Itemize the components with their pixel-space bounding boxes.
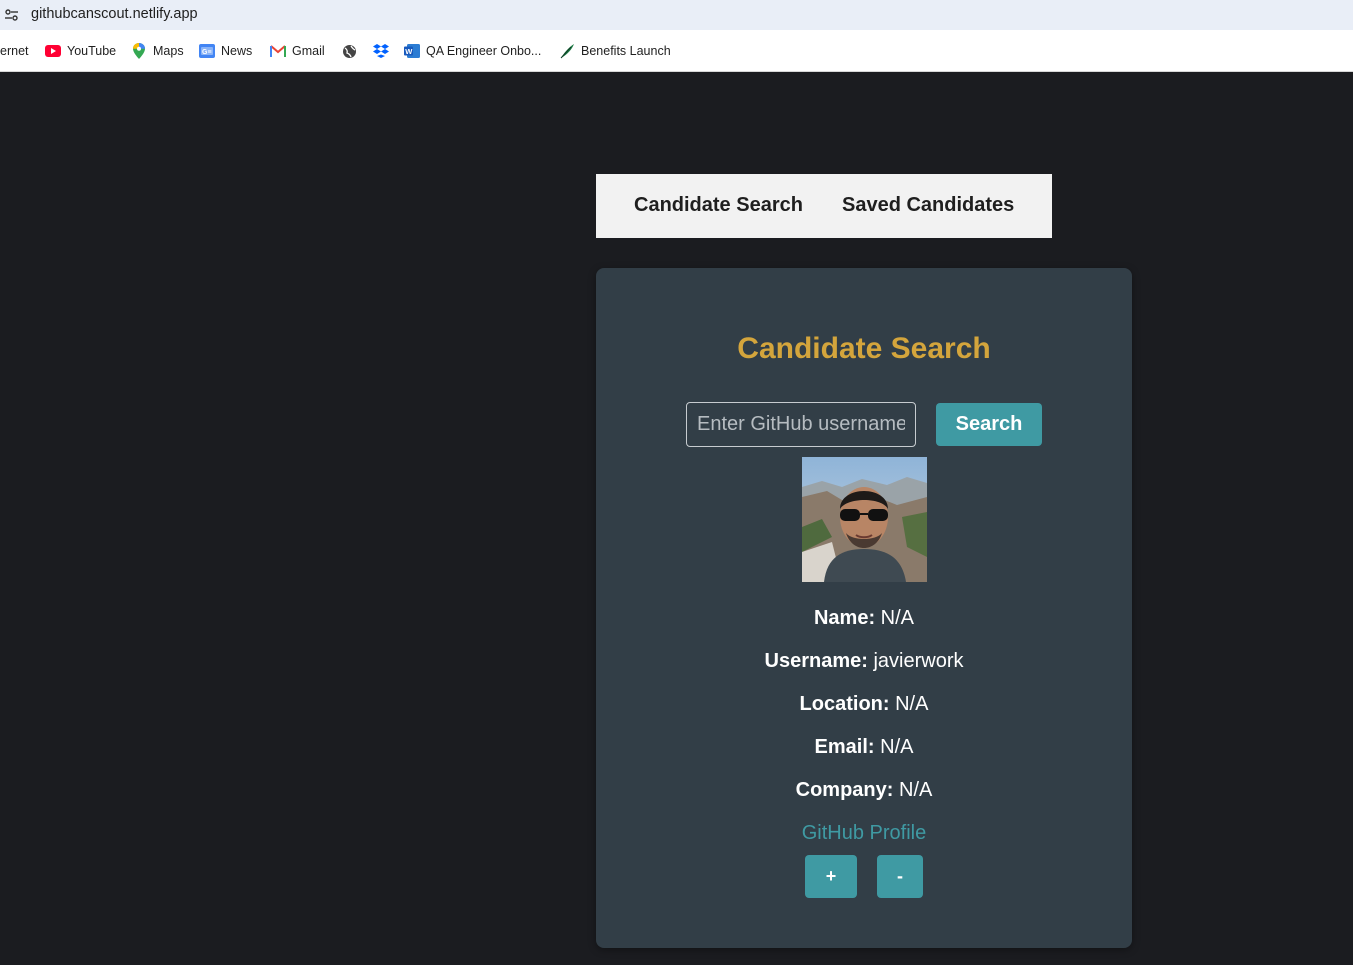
bookmark-internet[interactable]: ernet — [0, 43, 29, 59]
bookmark-label: Maps — [153, 44, 184, 58]
candidate-card: Candidate Search Search — [596, 268, 1132, 948]
nav-candidate-search[interactable]: Candidate Search — [634, 194, 803, 217]
github-profile-link[interactable]: GitHub Profile — [596, 822, 1132, 845]
bookmark-dropbox[interactable] — [373, 43, 395, 59]
location-label: Location: — [799, 693, 890, 715]
word-icon: W — [404, 43, 420, 59]
candidate-avatar — [802, 457, 927, 582]
github-username-input[interactable] — [686, 402, 916, 447]
username-value: javierwork — [873, 650, 964, 672]
candidate-email: Email: N/A — [596, 736, 1132, 759]
bookmark-label: ernet — [0, 44, 29, 58]
gmail-icon — [270, 43, 286, 59]
bookmark-news[interactable]: G≡ News — [199, 43, 252, 59]
svg-text:W: W — [405, 47, 413, 56]
location-value: N/A — [895, 693, 929, 715]
bookmark-label: QA Engineer Onbo... — [426, 44, 542, 58]
site-settings-icon[interactable] — [4, 7, 20, 23]
bookmark-label: News — [221, 44, 253, 58]
bookmark-gmail[interactable]: Gmail — [270, 43, 325, 59]
app-nav: Candidate Search Saved Candidates — [596, 174, 1052, 238]
feather-icon — [559, 43, 575, 59]
bookmarks-bar: ernet YouTube Maps G≡ News Gmail W QA En… — [0, 30, 1353, 72]
browser-address-bar[interactable]: githubcanscout.netlify.app — [0, 0, 1353, 30]
skip-candidate-button[interactable]: - — [877, 855, 923, 898]
search-button[interactable]: Search — [936, 403, 1042, 446]
email-label: Email: — [814, 736, 875, 758]
username-label: Username: — [764, 650, 868, 672]
dropbox-icon — [373, 43, 389, 59]
youtube-icon — [45, 43, 61, 59]
maps-pin-icon — [131, 43, 147, 59]
globe-icon — [341, 43, 357, 59]
candidate-username: Username: javierwork — [596, 650, 1132, 673]
candidate-company: Company: N/A — [596, 779, 1132, 802]
page-title: Candidate Search — [737, 332, 991, 365]
company-label: Company: — [795, 779, 894, 801]
add-candidate-button[interactable]: + — [805, 855, 857, 898]
nav-saved-candidates[interactable]: Saved Candidates — [842, 194, 1014, 217]
company-value: N/A — [899, 779, 933, 801]
bookmark-globe[interactable] — [341, 43, 363, 59]
google-news-icon: G≡ — [199, 43, 215, 59]
bookmark-label: Benefits Launch — [581, 44, 671, 58]
candidate-name: Name: N/A — [596, 607, 1132, 630]
bookmark-youtube[interactable]: YouTube — [45, 43, 116, 59]
bookmark-qa-engineer[interactable]: W QA Engineer Onbo... — [404, 43, 541, 59]
bookmark-label: Gmail — [292, 44, 325, 58]
bookmark-benefits-launch[interactable]: Benefits Launch — [559, 43, 671, 59]
name-label: Name: — [813, 607, 876, 629]
bookmark-maps[interactable]: Maps — [131, 43, 184, 59]
svg-text:G≡: G≡ — [202, 49, 212, 56]
name-value: N/A — [880, 607, 915, 629]
candidate-location: Location: N/A — [596, 693, 1132, 716]
url-text[interactable]: githubcanscout.netlify.app — [31, 6, 198, 22]
email-value: N/A — [880, 736, 914, 758]
bookmark-label: YouTube — [67, 44, 117, 58]
